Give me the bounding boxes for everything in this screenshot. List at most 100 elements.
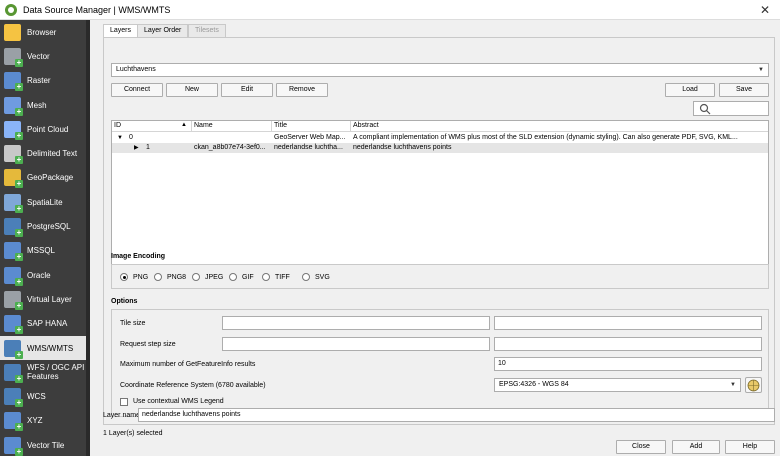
options-group: Tile size Request step size Maximum numb… (111, 309, 769, 417)
sidebar-item-vector[interactable]: + Vector (0, 44, 90, 68)
sidebar-item-label: Browser (27, 27, 57, 37)
radio-circle[interactable] (120, 273, 128, 281)
save-button[interactable]: Save (719, 83, 769, 97)
radio-circle[interactable] (262, 273, 270, 281)
crs-label: Coordinate Reference System (6780 availa… (120, 382, 266, 389)
tile-height-input[interactable] (494, 316, 762, 330)
request-step-label: Request step size (120, 341, 176, 348)
sidebar-item-label: MSSQL (27, 246, 56, 256)
search-input[interactable] (693, 101, 769, 116)
sidebar-item-xyz[interactable]: + XYZ (0, 409, 90, 433)
contextual-legend-label: Use contextual WMS Legend (133, 398, 224, 405)
sidebar-item-oracle[interactable]: + Oracle (0, 263, 90, 287)
sidebar-item-mesh[interactable]: + Mesh (0, 93, 90, 117)
row-name: ckan_a8b07e74-3ef0... (194, 144, 266, 151)
point-cloud-icon: + (4, 120, 23, 140)
sidebar-item-vector-tile[interactable]: + Vector Tile (0, 433, 90, 456)
options-heading: Options (111, 298, 138, 305)
col-header-id[interactable]: ID ▲ (112, 121, 192, 132)
sidebar-item-spatialite[interactable]: + SpatiaLite (0, 190, 90, 214)
crs-value: EPSG:4326 - WGS 84 (499, 381, 569, 388)
sidebar-item-label: WMS/WMTS (27, 343, 74, 353)
virtual-layer-icon: + (4, 290, 23, 310)
chevron-down-icon: ▼ (730, 382, 736, 388)
col-header-title[interactable]: Title (272, 121, 351, 132)
window-title: Data Source Manager | WMS/WMTS (23, 4, 171, 15)
sidebar-item-mssql[interactable]: + MSSQL (0, 239, 90, 263)
close-button[interactable]: Close (616, 440, 666, 454)
add-button[interactable]: Add (672, 440, 720, 454)
tile-size-label: Tile size (120, 320, 146, 327)
edit-button[interactable]: Edit (221, 83, 273, 97)
sidebar-item-label: SAP HANA (27, 319, 68, 329)
tree-row-selected[interactable]: ▶ 1 ckan_a8b07e74-3ef0... nederlandse lu… (112, 143, 768, 153)
tree-row[interactable]: ▼ 0 GeoServer Web Map... A compliant imp… (112, 133, 768, 143)
row-name (194, 133, 270, 143)
radio-circle[interactable] (154, 273, 162, 281)
encoding-radio-svg[interactable]: SVG (302, 273, 330, 281)
row-abstract: nederlandse luchthavens points (353, 144, 452, 151)
sidebar-item-point-cloud[interactable]: + Point Cloud (0, 117, 90, 141)
step-height-input[interactable] (494, 337, 762, 351)
row-abstract: A compliant implementation of WMS plus m… (353, 134, 738, 141)
radio-circle[interactable] (229, 273, 237, 281)
sidebar-item-label: XYZ (27, 416, 43, 426)
max-features-input[interactable]: 10 (494, 357, 762, 371)
tab-layer-order[interactable]: Layer Order (137, 24, 189, 37)
close-window-button[interactable]: ✕ (760, 3, 770, 17)
connection-value: Luchthavens (116, 66, 156, 73)
encoding-radio-png8[interactable]: PNG8 (154, 273, 186, 281)
status-text: 1 Layer(s) selected (103, 430, 163, 437)
encoding-radio-gif[interactable]: GIF (229, 273, 254, 281)
sidebar-item-wfs-ogc-api-features[interactable]: + WFS / OGC API - Features (0, 360, 90, 384)
sidebar-item-label: Delimited Text (27, 149, 78, 159)
sidebar-item-label: Point Cloud (27, 124, 69, 134)
vector-tile-icon: + (4, 436, 23, 456)
load-button[interactable]: Load (665, 83, 715, 97)
connection-select[interactable]: Luchthavens ▼ (111, 63, 769, 77)
sidebar-item-geopackage[interactable]: + GeoPackage (0, 166, 90, 190)
collapse-arrow-icon[interactable]: ▼ (117, 133, 123, 143)
sidebar-item-wms-wmts[interactable]: + WMS/WMTS (0, 335, 90, 361)
tab-layers[interactable]: Layers (103, 24, 139, 38)
encoding-radio-png[interactable]: PNG (120, 273, 148, 281)
sidebar-item-label: Virtual Layer (27, 294, 72, 304)
col-header-abstract[interactable]: Abstract (351, 121, 768, 132)
remove-button[interactable]: Remove (276, 83, 328, 97)
help-button[interactable]: Help (725, 440, 775, 454)
sidebar-item-label: Vector (27, 51, 50, 61)
sidebar-item-virtual-layer[interactable]: + Virtual Layer (0, 287, 90, 311)
layer-tree[interactable]: ID ▲ Name Title Abstract ▼ 0 GeoServer We… (111, 120, 769, 266)
tab-tilesets[interactable]: Tilesets (188, 24, 226, 37)
crs-selector-button[interactable] (745, 377, 762, 393)
encoding-radio-jpeg[interactable]: JPEG (192, 273, 223, 281)
sidebar-item-postgresql[interactable]: + PostgreSQL (0, 214, 90, 238)
new-button[interactable]: New (166, 83, 218, 97)
radio-circle[interactable] (302, 273, 310, 281)
step-width-input[interactable] (222, 337, 490, 351)
radio-label: PNG (133, 273, 149, 281)
col-header-name[interactable]: Name (192, 121, 272, 132)
sap-hana-icon: + (4, 315, 23, 335)
crs-select[interactable]: EPSG:4326 - WGS 84 ▼ (494, 378, 741, 392)
tile-width-input[interactable] (222, 316, 490, 330)
sidebar-item-browser[interactable]: Browser (0, 20, 90, 44)
wcs-icon: + (4, 388, 23, 408)
sidebar-item-wcs[interactable]: + WCS (0, 384, 90, 408)
radio-circle[interactable] (192, 273, 200, 281)
radio-label: PNG8 (167, 273, 187, 281)
encoding-radio-tiff[interactable]: TIFF (262, 273, 290, 281)
image-encoding-heading: Image Encoding (111, 253, 166, 260)
expand-arrow-icon[interactable]: ▶ (134, 143, 139, 153)
sidebar-item-delimited-text[interactable]: + Delimited Text (0, 141, 90, 165)
chevron-down-icon: ▼ (758, 67, 764, 73)
radio-label: JPEG (205, 273, 224, 281)
connect-button[interactable]: Connect (111, 83, 163, 97)
contextual-legend-checkbox[interactable] (120, 398, 128, 406)
row-id: 0 (129, 134, 133, 141)
xyz-icon: + (4, 412, 23, 432)
sidebar-item-sap-hana[interactable]: + SAP HANA (0, 312, 90, 336)
sidebar-item-raster[interactable]: + Raster (0, 69, 90, 93)
sidebar-item-label: WCS (27, 392, 46, 402)
layer-name-input[interactable]: nederlandse luchthavens points (138, 408, 775, 422)
